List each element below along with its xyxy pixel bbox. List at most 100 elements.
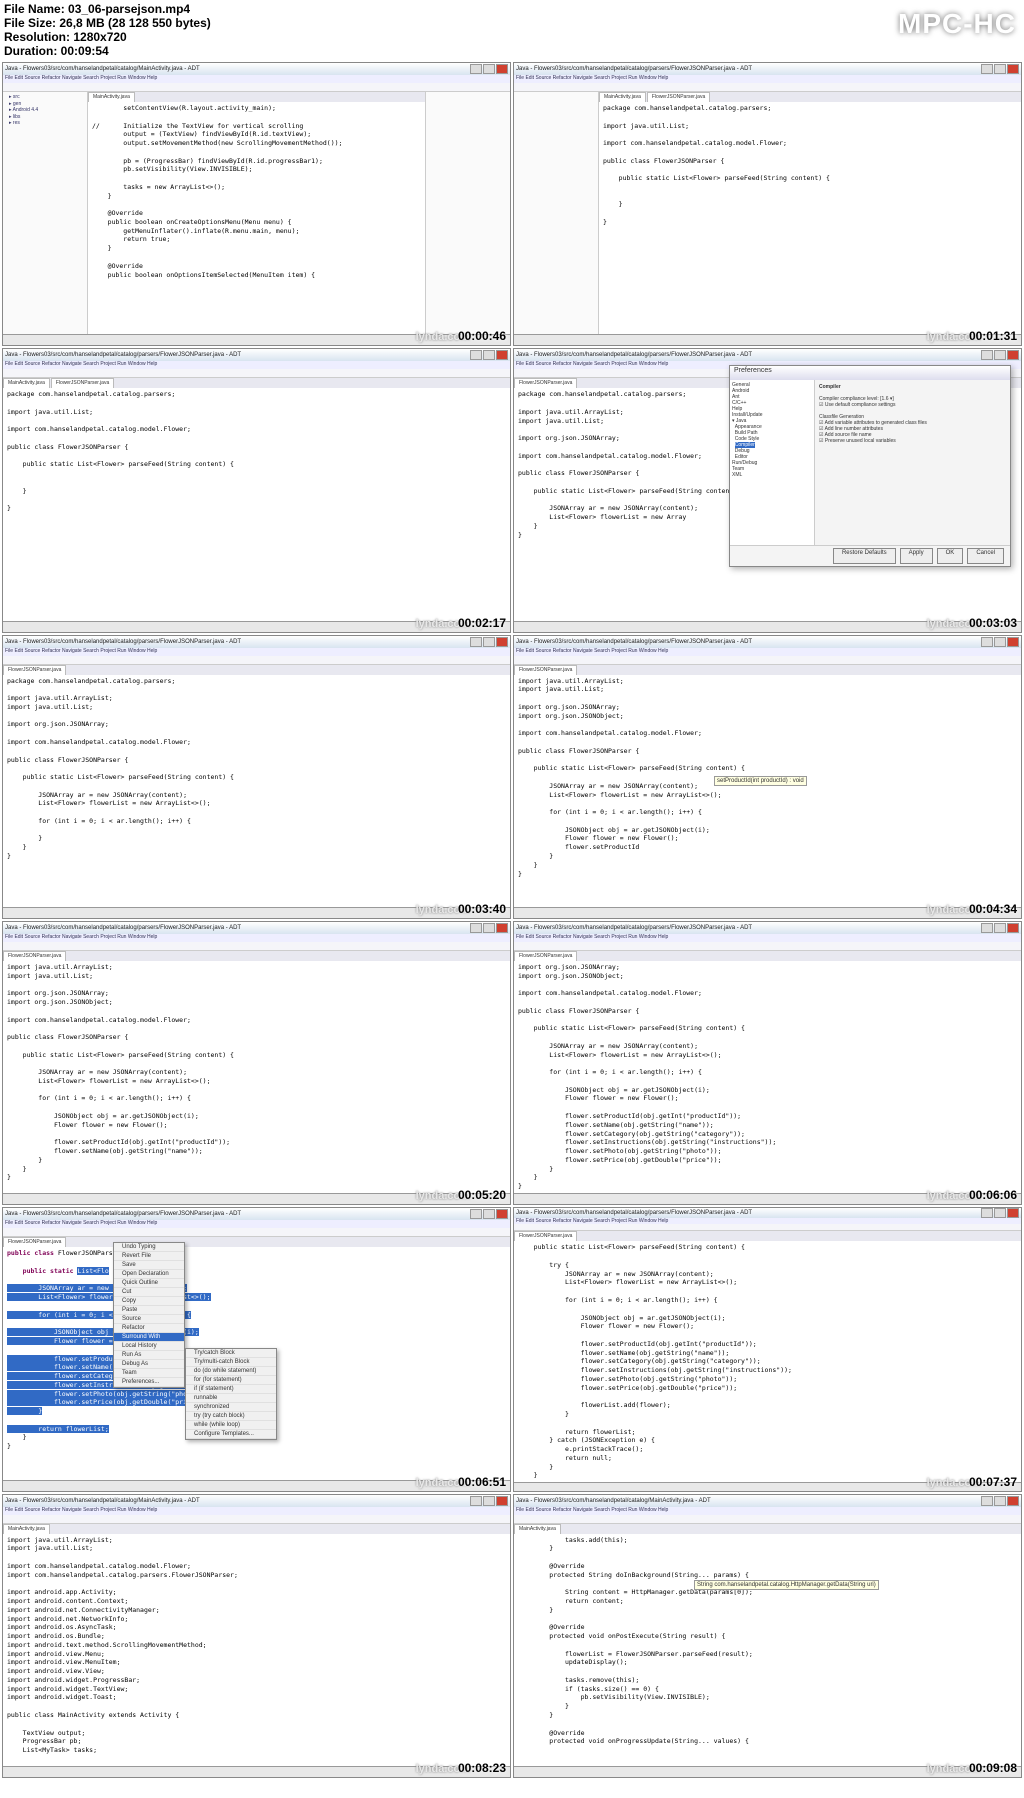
minimize-icon[interactable] [981,1496,993,1506]
menu-bar[interactable]: File Edit Source Refactor Navigate Searc… [3,1220,510,1228]
context-submenu[interactable]: Try/catch Block Try/multi-catch Block do… [185,1348,277,1440]
close-icon[interactable] [1007,1208,1019,1218]
menu-bar[interactable]: File Edit Source Refactor Navigate Searc… [3,648,510,656]
toolbar[interactable] [514,83,1021,92]
menu-bar[interactable]: File Edit Source Refactor Navigate Searc… [514,648,1021,656]
menu-item[interactable]: Quick Outline [114,1279,184,1288]
toolbar[interactable] [3,656,510,665]
menu-item[interactable]: Debug As [114,1360,184,1369]
menu-item[interactable]: Preferences... [114,1378,184,1387]
menu-item[interactable]: try (try catch block) [186,1412,276,1421]
maximize-icon[interactable] [483,1496,495,1506]
toolbar[interactable] [3,83,510,92]
code-editor[interactable]: package com.hanselandpetal.catalog.parse… [3,388,510,620]
menu-item[interactable]: Try/multi-catch Block [186,1358,276,1367]
menu-bar[interactable]: File Edit Source Refactor Navigate Searc… [514,934,1021,942]
close-icon[interactable] [496,350,508,360]
menu-item[interactable]: Revert File [114,1252,184,1261]
minimize-icon[interactable] [981,1208,993,1218]
preferences-tree[interactable]: GeneralAndroidAntC/C++HelpInstall/Update… [730,380,815,545]
ok-button[interactable]: OK [937,548,964,564]
minimize-icon[interactable] [470,923,482,933]
editor-tab[interactable]: FlowerJSONParser.java [3,665,66,675]
window-titlebar[interactable]: Java - Flowers03/src/com/hanselandpetal/… [514,922,1021,934]
minimize-icon[interactable] [470,637,482,647]
minimize-icon[interactable] [470,1209,482,1219]
window-titlebar[interactable]: Java - Flowers03/src/com/hanselandpetal/… [514,1495,1021,1507]
window-titlebar[interactable]: Java - Flowers03/src/com/hanselandpetal/… [3,1208,510,1220]
editor-tab[interactable]: MainActivity.java [599,92,646,102]
editor-tab[interactable]: FlowerJSONParser.java [647,92,710,102]
editor-tab[interactable]: FlowerJSONParser.java [514,378,577,388]
preferences-panel[interactable]: CompilerCompiler compliance level: [1.6 … [815,380,1010,545]
menu-item[interactable]: Cut [114,1288,184,1297]
minimize-icon[interactable] [981,923,993,933]
menu-item[interactable]: Refactor [114,1324,184,1333]
minimize-icon[interactable] [470,350,482,360]
editor-tab[interactable]: MainActivity.java [88,92,135,102]
minimize-icon[interactable] [470,1496,482,1506]
minimize-icon[interactable] [981,637,993,647]
window-titlebar[interactable]: Java - Flowers03/src/com/hanselandpetal/… [3,636,510,648]
maximize-icon[interactable] [994,350,1006,360]
code-editor[interactable]: public static List<Flower> parseFeed(Str… [514,1241,1021,1482]
code-editor[interactable]: package com.hanselandpetal.catalog.parse… [599,102,1021,334]
close-icon[interactable] [496,1496,508,1506]
toolbar[interactable] [514,942,1021,951]
menu-item[interactable]: Save [114,1261,184,1270]
menu-item[interactable]: while (while loop) [186,1421,276,1430]
toolbar[interactable] [3,1228,510,1237]
close-icon[interactable] [1007,350,1019,360]
menu-item-surround-with[interactable]: Surround With [114,1333,184,1342]
window-titlebar[interactable]: Java - Flowers03/src/com/hanselandpetal/… [514,63,1021,75]
menu-bar[interactable]: File Edit Source Refactor Navigate Searc… [3,934,510,942]
menu-bar[interactable]: File Edit Source Refactor Navigate Searc… [514,1507,1021,1515]
code-editor[interactable]: setContentView(R.layout.activity_main); … [88,102,425,334]
editor-tab[interactable]: MainActivity.java [514,1524,561,1534]
menu-item[interactable]: Paste [114,1306,184,1315]
code-editor[interactable]: import java.util.ArrayList; import java.… [3,961,510,1193]
cancel-button[interactable]: Cancel [967,548,1004,564]
preferences-dialog[interactable]: Preferences GeneralAndroidAntC/C++HelpIn… [729,365,1011,567]
minimize-icon[interactable] [981,350,993,360]
menu-bar[interactable]: File Edit Source Refactor Navigate Searc… [514,75,1021,83]
close-icon[interactable] [496,637,508,647]
editor-tab[interactable]: MainActivity.java [3,1524,50,1534]
window-titlebar[interactable]: Java - Flowers03/src/com/hanselandpetal/… [514,636,1021,648]
window-titlebar[interactable]: Java - Flowers03/src/com/hanselandpetal/… [514,1208,1021,1218]
restore-defaults-button[interactable]: Restore Defaults [833,548,896,564]
close-icon[interactable] [496,1209,508,1219]
maximize-icon[interactable] [483,64,495,74]
toolbar[interactable] [3,942,510,951]
editor-tab[interactable]: FlowerJSONParser.java [514,951,577,961]
menu-item[interactable]: if (if statement) [186,1385,276,1394]
menu-item[interactable]: for (for statement) [186,1376,276,1385]
maximize-icon[interactable] [483,350,495,360]
package-explorer[interactable] [514,92,599,334]
menu-item[interactable]: do (do while statement) [186,1367,276,1376]
code-editor[interactable]: import java.util.ArrayList; import java.… [514,675,1021,907]
context-menu-primary[interactable]: Undo Typing Revert File Save Open Declar… [113,1242,185,1388]
editor-tab[interactable]: FlowerJSONParser.java [514,1231,577,1241]
toolbar[interactable] [3,1515,510,1524]
code-editor[interactable]: import org.json.JSONArray; import org.js… [514,961,1021,1193]
window-titlebar[interactable]: Java - Flowers03/src/com/hanselandpetal/… [3,922,510,934]
menu-item[interactable]: Copy [114,1297,184,1306]
editor-tab[interactable]: MainActivity.java [3,378,50,388]
menu-item[interactable]: Configure Templates... [186,1430,276,1439]
menu-bar[interactable]: File Edit Source Refactor Navigate Searc… [3,361,510,369]
package-explorer[interactable]: ▸ src▸ gen▸ Android 4.4▸ libs▸ res [3,92,88,334]
maximize-icon[interactable] [994,637,1006,647]
menu-item[interactable]: runnable [186,1394,276,1403]
maximize-icon[interactable] [994,64,1006,74]
window-titlebar[interactable]: Java - Flowers03/src/com/hanselandpetal/… [3,63,510,75]
menu-item[interactable]: Run As [114,1351,184,1360]
menu-item[interactable]: Team [114,1369,184,1378]
autocomplete-popup[interactable]: setProductId(int productId) : void [714,776,807,786]
code-editor[interactable]: tasks.add(this); } @Override protected S… [514,1534,1021,1766]
close-icon[interactable] [1007,923,1019,933]
maximize-icon[interactable] [483,923,495,933]
outline-view[interactable] [425,92,510,334]
close-icon[interactable] [496,64,508,74]
editor-tab[interactable]: FlowerJSONParser.java [3,1237,66,1247]
